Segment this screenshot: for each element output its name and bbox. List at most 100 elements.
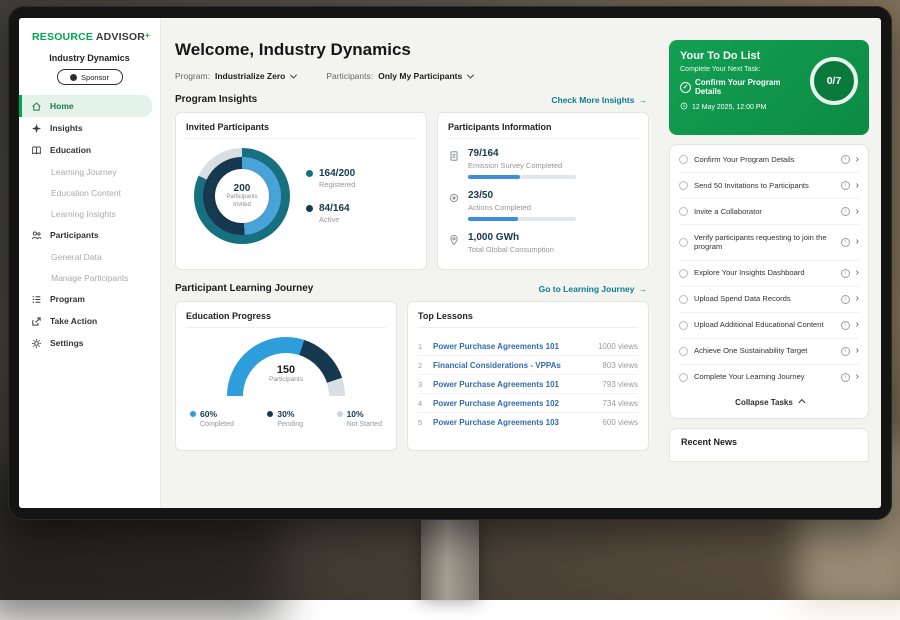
program-select[interactable]: Program: Industrialize Zero bbox=[175, 71, 296, 81]
legend-label: Completed bbox=[200, 421, 234, 428]
lesson-link[interactable]: Power Purchase Agreements 101 bbox=[433, 342, 591, 351]
info-icon[interactable] bbox=[841, 347, 850, 356]
sidebar-item-education[interactable]: Education bbox=[19, 139, 152, 161]
sidebar-item-learning-journey[interactable]: Learning Journey bbox=[19, 161, 152, 182]
app-logo: RESOURCE ADVISOR+ bbox=[19, 18, 160, 45]
todo-panel: Your To Do List Complete Your Next Task:… bbox=[663, 18, 881, 508]
info-icon[interactable] bbox=[841, 321, 850, 330]
sidebar-item-home[interactable]: Home bbox=[19, 95, 152, 117]
info-icon[interactable] bbox=[841, 181, 850, 190]
sponsor-badge-label: Sponsor bbox=[81, 73, 109, 82]
lesson-link[interactable]: Power Purchase Agreements 101 bbox=[433, 380, 595, 389]
todo-next-task[interactable]: Confirm Your Program Details bbox=[680, 78, 805, 96]
stat-value: 23/50 bbox=[468, 190, 576, 201]
info-icon[interactable] bbox=[841, 269, 850, 278]
chevron-right-icon bbox=[856, 181, 859, 191]
lesson-link[interactable]: Power Purchase Agreements 103 bbox=[433, 418, 595, 427]
gauge-legend: 60% Completed 30% Pending 10% Not Starte… bbox=[186, 409, 386, 428]
task-label: Explore Your Insights Dashboard bbox=[694, 268, 835, 278]
sponsor-badge[interactable]: Sponsor bbox=[57, 69, 123, 85]
chevron-right-icon bbox=[856, 294, 859, 304]
education-progress-card: Education Progress 150 Participants 60% … bbox=[175, 301, 397, 451]
task-label: Confirm Your Program Details bbox=[694, 155, 835, 165]
invited-participants-donut-chart: 200 Participants Invited bbox=[194, 148, 290, 244]
sidebar-item-settings[interactable]: Settings bbox=[19, 332, 152, 354]
stat-label: Actions Completed bbox=[468, 203, 576, 212]
chevron-right-icon bbox=[856, 207, 859, 217]
checkbox-circle[interactable] bbox=[679, 347, 688, 356]
todo-header-card: Your To Do List Complete Your Next Task:… bbox=[669, 40, 869, 135]
legend-dot-pending bbox=[267, 411, 273, 417]
sidebar-item-learning-insights[interactable]: Learning Insights bbox=[19, 203, 152, 224]
checkbox-circle[interactable] bbox=[679, 155, 688, 164]
checkbox-circle[interactable] bbox=[679, 295, 688, 304]
checkbox-circle[interactable] bbox=[679, 321, 688, 330]
task-label: Send 50 Invitations to Participants bbox=[694, 181, 835, 191]
checkbox-circle[interactable] bbox=[679, 238, 688, 247]
info-icon[interactable] bbox=[841, 295, 850, 304]
task-row-explore-insights[interactable]: Explore Your Insights Dashboard bbox=[679, 261, 859, 287]
task-row-upload-spend-data[interactable]: Upload Spend Data Records bbox=[679, 287, 859, 313]
lesson-link[interactable]: Financial Considerations - VPPAs bbox=[433, 361, 595, 370]
chevron-right-icon bbox=[856, 268, 859, 278]
task-row-achieve-target[interactable]: Achieve One Sustainability Target bbox=[679, 339, 859, 365]
todo-due-text: 12 May 2025, 12:00 PM bbox=[692, 104, 766, 111]
task-row-upload-educational-content[interactable]: Upload Additional Educational Content bbox=[679, 313, 859, 339]
lesson-row: 3 Power Purchase Agreements 101 793 view… bbox=[418, 375, 638, 394]
program-label: Program: bbox=[175, 71, 210, 81]
task-row-confirm-program[interactable]: Confirm Your Program Details bbox=[679, 147, 859, 173]
lesson-link[interactable]: Power Purchase Agreements 102 bbox=[433, 399, 595, 408]
checkbox-circle[interactable] bbox=[679, 207, 688, 216]
todo-progress-value: 0/7 bbox=[827, 75, 842, 87]
gear-icon bbox=[31, 338, 42, 349]
stat-label: Total Global Consumption bbox=[468, 245, 554, 254]
survey-icon bbox=[448, 149, 460, 161]
sidebar-item-general-data[interactable]: General Data bbox=[19, 246, 152, 267]
sidebar-item-label: Participants bbox=[50, 230, 99, 240]
sidebar-item-manage-participants[interactable]: Manage Participants bbox=[19, 267, 152, 288]
participants-value: Only My Participants bbox=[378, 71, 462, 81]
book-icon bbox=[31, 145, 42, 156]
sidebar-item-education-content[interactable]: Education Content bbox=[19, 182, 152, 203]
task-row-send-invitations[interactable]: Send 50 Invitations to Participants bbox=[679, 173, 859, 199]
sidebar-item-program[interactable]: Program bbox=[19, 288, 152, 310]
dashboard-screen: RESOURCE ADVISOR+ Industry Dynamics Spon… bbox=[19, 18, 881, 508]
lesson-views: 803 views bbox=[602, 361, 638, 370]
section-title: Participant Learning Journey bbox=[175, 283, 313, 294]
lesson-views: 600 views bbox=[602, 418, 638, 427]
checkbox-circle[interactable] bbox=[679, 373, 688, 382]
task-row-invite-collaborator[interactable]: Invite a Collaborator bbox=[679, 199, 859, 225]
lesson-views: 1000 views bbox=[598, 342, 638, 351]
sponsor-icon bbox=[70, 74, 77, 81]
sidebar-item-insights[interactable]: Insights bbox=[19, 117, 152, 139]
task-row-complete-learning-journey[interactable]: Complete Your Learning Journey bbox=[679, 365, 859, 390]
donut-center-value: 200 bbox=[234, 183, 251, 194]
info-icon[interactable] bbox=[841, 207, 850, 216]
lesson-row: 2 Financial Considerations - VPPAs 803 v… bbox=[418, 356, 638, 375]
info-icon[interactable] bbox=[841, 373, 850, 382]
legend-dot-registered bbox=[306, 170, 313, 177]
task-label: Upload Additional Educational Content bbox=[694, 320, 835, 330]
participants-select[interactable]: Participants: Only My Participants bbox=[326, 71, 473, 81]
info-icon[interactable] bbox=[841, 238, 850, 247]
stat-value: 79/164 bbox=[468, 148, 576, 159]
program-insights-section-header: Program Insights Check More Insights bbox=[175, 94, 647, 105]
monitor-stand bbox=[421, 514, 479, 600]
chevron-down-icon bbox=[290, 71, 297, 78]
sidebar-item-label: Education bbox=[50, 145, 91, 155]
checkbox-circle[interactable] bbox=[679, 269, 688, 278]
info-icon[interactable] bbox=[841, 155, 850, 164]
sidebar-item-participants[interactable]: Participants bbox=[19, 224, 152, 246]
go-to-learning-journey-link[interactable]: Go to Learning Journey bbox=[539, 284, 647, 294]
legend-value: 10% bbox=[347, 409, 364, 419]
legend-item: 84/164 Active bbox=[306, 203, 355, 224]
donut-legend: 164/200 Registered 84/164 Active bbox=[306, 168, 355, 224]
legend-dot-completed bbox=[190, 411, 196, 417]
task-row-verify-participants[interactable]: Verify participants requesting to join t… bbox=[679, 225, 859, 261]
learning-journey-section-header: Participant Learning Journey Go to Learn… bbox=[175, 283, 647, 294]
collapse-tasks-link[interactable]: Collapse Tasks bbox=[679, 390, 859, 416]
checkbox-circle[interactable] bbox=[679, 181, 688, 190]
sidebar-item-label: Learning Journey bbox=[51, 167, 117, 177]
check-more-insights-link[interactable]: Check More Insights bbox=[551, 95, 647, 105]
sidebar-item-take-action[interactable]: Take Action bbox=[19, 310, 152, 332]
